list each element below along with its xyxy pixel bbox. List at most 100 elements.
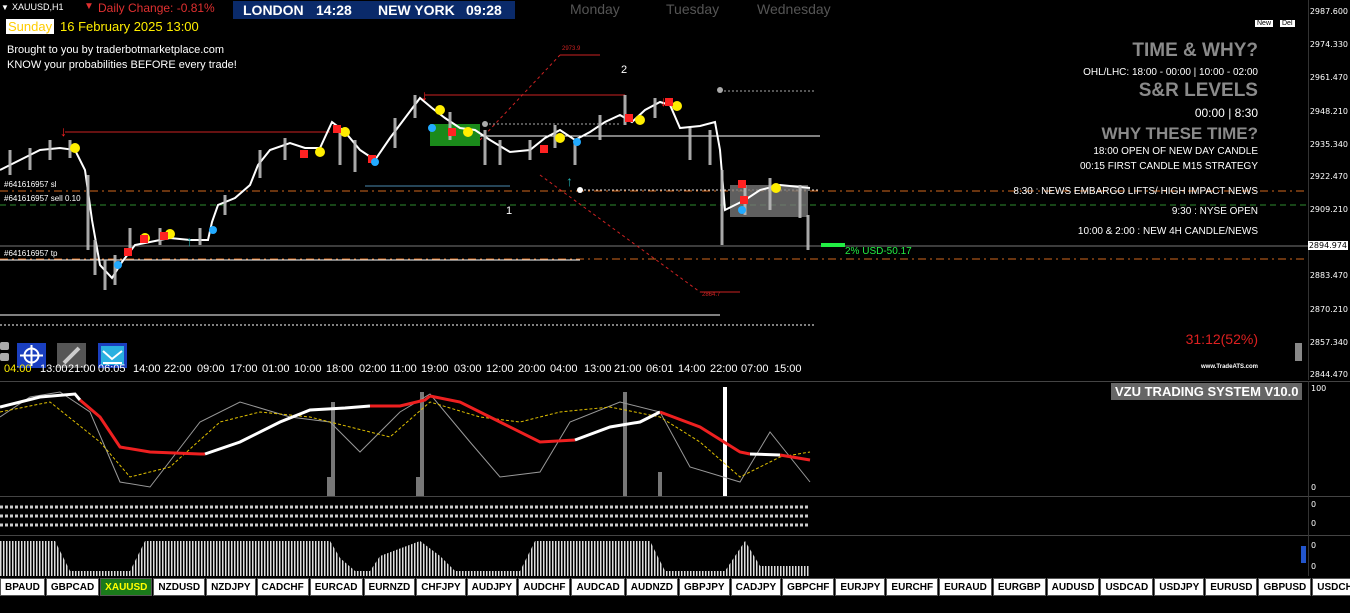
daily-change-icon: ▼ xyxy=(84,1,94,12)
time-why-title: TIME & WHY? xyxy=(1132,40,1258,61)
symbol-button-audchf[interactable]: AUDCHF xyxy=(518,578,571,596)
sl-label: #641616957 sl xyxy=(4,180,57,189)
indicator-title: VZU TRADING SYSTEM V10.0 xyxy=(1111,383,1303,400)
price-tick: 2857.340 xyxy=(1309,338,1348,347)
time-tick: 04:00 xyxy=(550,363,578,375)
symbol-button-gbpcad[interactable]: GBPCAD xyxy=(45,578,100,596)
indicator-scale-bottom: 0 xyxy=(1311,483,1317,492)
time-tick: 22:00 xyxy=(164,363,192,375)
price-tick: 2909.210 xyxy=(1309,205,1348,214)
symbol-button-usdjpy[interactable]: USDJPY xyxy=(1154,578,1205,596)
symbol-button-eurnzd[interactable]: EURNZD xyxy=(363,578,416,596)
day-label-tuesday: Tuesday xyxy=(666,1,720,17)
low-price-label: 2864.7 xyxy=(702,292,721,298)
symbol-button-euraud[interactable]: EURAUD xyxy=(939,578,992,596)
wave-label-1: 1 xyxy=(506,205,513,217)
symbol-button-gbpjpy[interactable]: GBPJPY xyxy=(679,578,730,596)
price-tick: 2935.340 xyxy=(1309,140,1348,149)
day-label-monday: Monday xyxy=(570,1,620,17)
promo-line-2: KNOW your probabilities BEFORE every tra… xyxy=(7,59,237,71)
new-button[interactable]: New xyxy=(1255,20,1274,27)
price-tick: 2922.470 xyxy=(1309,172,1348,181)
symbol-button-audnzd[interactable]: AUDNZD xyxy=(625,578,679,596)
symbol-button-nzdusd[interactable]: NZDUSD xyxy=(153,578,206,596)
dots-pane[interactable] xyxy=(0,496,1308,535)
symbol-button-usdchf[interactable]: USDCHF xyxy=(1312,578,1350,596)
symbol-button-audjpy[interactable]: AUDJPY xyxy=(466,578,518,596)
time-tick: 10:00 xyxy=(294,363,322,375)
del-button[interactable]: Del xyxy=(1280,20,1295,27)
symbol-button-audcad[interactable]: AUDCAD xyxy=(571,578,625,596)
date-rest: 16 February 2025 13:00 xyxy=(60,19,199,34)
symbol-button-chfjpy[interactable]: CHFJPY xyxy=(416,578,466,596)
symbol-button-eurusd[interactable]: EURUSD xyxy=(1205,578,1258,596)
countdown: 31:12(52%) xyxy=(1185,331,1258,347)
time-tick: 21:00 xyxy=(614,363,642,375)
symbol-button-audusd[interactable]: AUDUSD xyxy=(1046,578,1100,596)
symbol-button-cadjpy[interactable]: CADJPY xyxy=(730,578,782,596)
time-tick: 14:00 xyxy=(133,363,161,375)
symbol-button-eurcad[interactable]: EURCAD xyxy=(309,578,363,596)
chart-menu-arrow-icon[interactable]: ▼ xyxy=(1,3,9,12)
london-time: 14:28 xyxy=(316,2,352,18)
tool-square-2[interactable] xyxy=(0,353,9,361)
svg-text:↑: ↑ xyxy=(566,173,573,189)
symbol-button-bpaud[interactable]: BPAUD xyxy=(0,578,45,596)
dots-scale-top: 0 xyxy=(1311,500,1317,509)
price-tick: 2961.470 xyxy=(1309,73,1348,82)
symbol-button-eurchf[interactable]: EURCHF xyxy=(886,578,939,596)
day-label-wednesday: Wednesday xyxy=(757,1,831,17)
watermark: www.TradeATS.com xyxy=(1200,364,1258,370)
price-tick: 2883.470 xyxy=(1309,271,1348,280)
price-tick: 2844.470 xyxy=(1309,370,1348,379)
risk-label: 2% USD-50.17 xyxy=(845,246,912,257)
wave-label-2: 2 xyxy=(621,64,628,76)
indicator-pane[interactable]: VZU TRADING SYSTEM V10.0 xyxy=(0,381,1308,496)
wave-scale-bottom: 0 xyxy=(1311,562,1317,571)
time-tick: 15:00 xyxy=(774,363,802,375)
why-these-time-title: WHY THESE TIME? xyxy=(1101,124,1258,143)
svg-text:↓: ↓ xyxy=(60,123,67,139)
time-tick: 02:00 xyxy=(359,363,387,375)
dots-scale-bottom: 0 xyxy=(1311,519,1317,528)
time-tick: 20:00 xyxy=(518,363,546,375)
symbol-button-gbpusd[interactable]: GBPUSD xyxy=(1258,578,1312,596)
main-chart-pane[interactable]: ↓ ↓ ↓ ↑ ↑ ▼ XAUUSD,H1 ▼ Daily Change: -0… xyxy=(0,0,1308,380)
price-tick: 2948.210 xyxy=(1309,107,1348,116)
newyork-time: 09:28 xyxy=(466,2,502,18)
sr-levels-title: S&R LEVELS xyxy=(1138,80,1258,101)
time-tick: 21:00 xyxy=(68,363,96,375)
wave-scroll-indicator[interactable] xyxy=(1301,546,1306,563)
tool-square-1[interactable] xyxy=(0,342,9,350)
wave-svg xyxy=(0,541,810,576)
dots-scale: 0 0 xyxy=(1308,496,1350,535)
symbol-button-gbpchf[interactable]: GBPCHF xyxy=(782,578,835,596)
high-price-label: 2973.9 xyxy=(562,46,581,52)
info-line-2: 00:15 FIRST CANDLE M15 STRATEGY xyxy=(1079,161,1258,172)
price-scale[interactable]: 2987.600 2974.330 2961.470 2948.210 2935.340… xyxy=(1307,0,1350,380)
symbol-button-cadchf[interactable]: CADCHF xyxy=(256,578,309,596)
indicator-scale-top: 100 xyxy=(1311,384,1327,393)
time-tick: 09:00 xyxy=(197,363,225,375)
wave-pane[interactable] xyxy=(0,535,1308,576)
symbol-button-usdcad[interactable]: USDCAD xyxy=(1100,578,1154,596)
symbol-button-xauusd[interactable]: XAUUSD xyxy=(100,578,153,596)
symbol-button-eurgbp[interactable]: EURGBP xyxy=(992,578,1046,596)
dots-svg xyxy=(0,505,810,527)
wave-scale: 0 0 xyxy=(1308,535,1350,576)
daily-change: Daily Change: -0.81% xyxy=(98,1,215,15)
sell-label: #641616957 sell 0.10 xyxy=(4,194,81,203)
scroll-handle[interactable] xyxy=(1295,343,1302,361)
svg-text:↓: ↓ xyxy=(660,93,667,109)
time-tick: 06:01 xyxy=(646,363,674,375)
symbol-bar: BPAUD GBPCAD XAUUSD NZDUSD NZDJPY CADCHF EURCA… xyxy=(0,577,1350,597)
info-line-4: 9:30 : NYSE OPEN xyxy=(1171,206,1258,217)
tp-label: #641616957 tp xyxy=(4,249,58,258)
symbol-button-eurjpy[interactable]: EURJPY xyxy=(835,578,886,596)
promo-line-1: Brought to you by traderbotmarketplace.c… xyxy=(7,44,225,56)
sr-times: 00:00 | 8:30 xyxy=(1194,106,1258,120)
price-tick: 2987.600 xyxy=(1309,7,1348,16)
date-day: Sunday xyxy=(6,19,55,34)
time-tick: 14:00 xyxy=(678,363,706,375)
symbol-button-nzdjpy[interactable]: NZDJPY xyxy=(206,578,256,596)
